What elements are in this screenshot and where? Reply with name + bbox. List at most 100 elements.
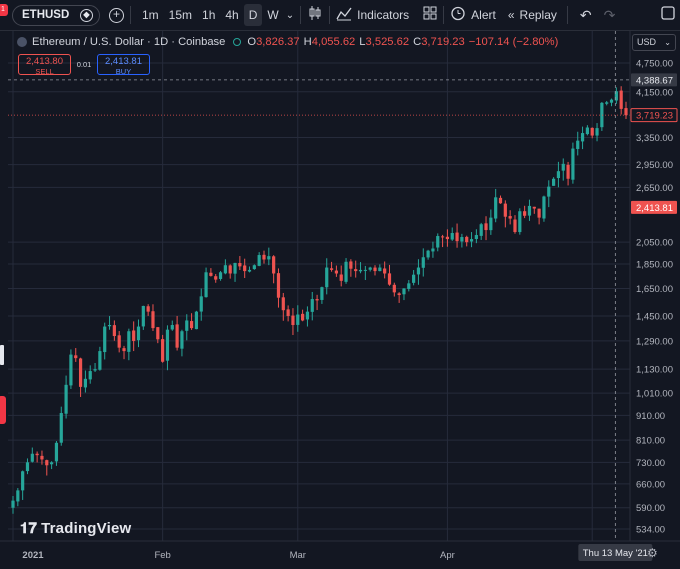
candle bbox=[518, 208, 522, 235]
candle-body bbox=[30, 453, 34, 462]
candle-body bbox=[252, 265, 256, 270]
candle-body bbox=[103, 326, 107, 353]
price-tick-label: 1,010.00 bbox=[636, 389, 673, 400]
candle bbox=[296, 305, 300, 332]
candle bbox=[21, 470, 25, 500]
candle bbox=[489, 209, 493, 235]
candle bbox=[537, 208, 541, 225]
candle-body bbox=[465, 236, 469, 243]
candle bbox=[204, 267, 208, 298]
candle-body bbox=[69, 354, 73, 386]
chevron-down-icon: ⌄ bbox=[664, 38, 671, 47]
candle-body bbox=[243, 265, 247, 272]
buy-button[interactable]: 2,413.81 BUY bbox=[97, 54, 150, 76]
candle-body bbox=[469, 239, 474, 242]
crosshair-date-label: Thu 13 May '21 bbox=[583, 548, 648, 559]
time-tick-label: 2021 bbox=[22, 550, 44, 561]
candle-body bbox=[494, 197, 498, 219]
candle-body bbox=[185, 320, 189, 331]
candle-body bbox=[402, 288, 406, 295]
price-tick-label: 4,750.00 bbox=[636, 59, 673, 70]
candle bbox=[11, 495, 15, 514]
brand-label: TradingView bbox=[41, 520, 132, 537]
candle bbox=[349, 259, 353, 277]
candle bbox=[344, 258, 348, 284]
candle bbox=[412, 270, 416, 286]
candle bbox=[387, 264, 392, 286]
candle bbox=[465, 235, 469, 247]
candle bbox=[281, 292, 285, 321]
candle bbox=[595, 123, 599, 142]
series-title[interactable]: Ethereum / U.S. Dollar · 1D · Coinbase bbox=[32, 36, 225, 48]
candle-body bbox=[209, 272, 213, 276]
candle bbox=[305, 306, 310, 327]
price-tick-label: 660.00 bbox=[636, 479, 665, 490]
candle-body bbox=[537, 208, 541, 218]
candle bbox=[397, 292, 401, 303]
candle bbox=[141, 305, 145, 330]
candle-body bbox=[257, 255, 261, 266]
candle-body bbox=[532, 206, 536, 209]
candle bbox=[445, 229, 450, 247]
price-tick-label: 2,650.00 bbox=[636, 183, 673, 194]
candle bbox=[252, 264, 256, 270]
candle-body bbox=[421, 257, 425, 268]
candle-body bbox=[349, 261, 353, 269]
candle-body bbox=[450, 233, 454, 240]
candle-body bbox=[45, 460, 49, 466]
candle-body bbox=[566, 164, 570, 179]
candle-body bbox=[112, 325, 116, 337]
candle-body bbox=[238, 263, 242, 267]
price-tick-label: 1,450.00 bbox=[636, 312, 673, 323]
candle-body bbox=[286, 309, 290, 317]
candle bbox=[136, 319, 141, 348]
candle-body bbox=[214, 276, 218, 280]
candle-body bbox=[358, 269, 363, 272]
candle-body bbox=[74, 355, 78, 359]
candle bbox=[228, 264, 232, 279]
candle-body bbox=[412, 274, 416, 283]
time-axis: 2021 Feb Mar Apr Thu 13 May '21 bbox=[0, 540, 680, 561]
candle-body bbox=[383, 268, 387, 274]
candle bbox=[624, 101, 628, 120]
candle-body bbox=[161, 339, 165, 362]
candle bbox=[542, 195, 546, 222]
candle bbox=[78, 357, 83, 397]
candle bbox=[301, 309, 305, 322]
candle bbox=[50, 461, 54, 470]
candle-body bbox=[479, 224, 483, 236]
change-value: −107.14 (−2.80%) bbox=[468, 36, 559, 48]
price-chart[interactable]: 4,750.00 4,150.00 3,350.00 2,950.00 2,650.00… bbox=[0, 0, 680, 569]
candle bbox=[127, 328, 131, 361]
candle bbox=[474, 229, 478, 244]
candle bbox=[175, 315, 179, 351]
high-label: H bbox=[303, 36, 312, 48]
candle-body bbox=[88, 371, 92, 380]
candle bbox=[88, 365, 92, 384]
tradingview-logo[interactable]: 𝟏𝟕 TradingView bbox=[20, 520, 131, 537]
candle-body bbox=[93, 369, 97, 371]
price-tick-label: 730.00 bbox=[636, 458, 665, 469]
candle-body bbox=[378, 267, 382, 272]
candle-body bbox=[189, 321, 194, 329]
candle-body bbox=[25, 462, 30, 472]
candle-body bbox=[484, 223, 488, 231]
candle bbox=[484, 216, 488, 241]
currency-select[interactable]: USD ⌄ bbox=[632, 34, 676, 51]
candle-body bbox=[199, 296, 203, 312]
candle bbox=[455, 223, 459, 248]
candle-body bbox=[11, 500, 15, 508]
sell-button[interactable]: 2,413.80 SELL bbox=[18, 54, 71, 76]
candle-body bbox=[50, 462, 54, 465]
candle-body bbox=[127, 331, 131, 352]
price-tick-label: 3,350.00 bbox=[636, 133, 673, 144]
candle-body bbox=[325, 267, 329, 288]
candle bbox=[532, 206, 536, 214]
candle-body bbox=[146, 306, 150, 312]
candle-body bbox=[175, 324, 179, 348]
tradingview-mark-icon: 𝟏𝟕 bbox=[20, 520, 38, 537]
gear-icon[interactable]: ⚙ bbox=[647, 546, 658, 560]
candle-body bbox=[605, 102, 609, 104]
close-label: C bbox=[413, 36, 422, 48]
time-tick-label: Feb bbox=[154, 550, 170, 561]
